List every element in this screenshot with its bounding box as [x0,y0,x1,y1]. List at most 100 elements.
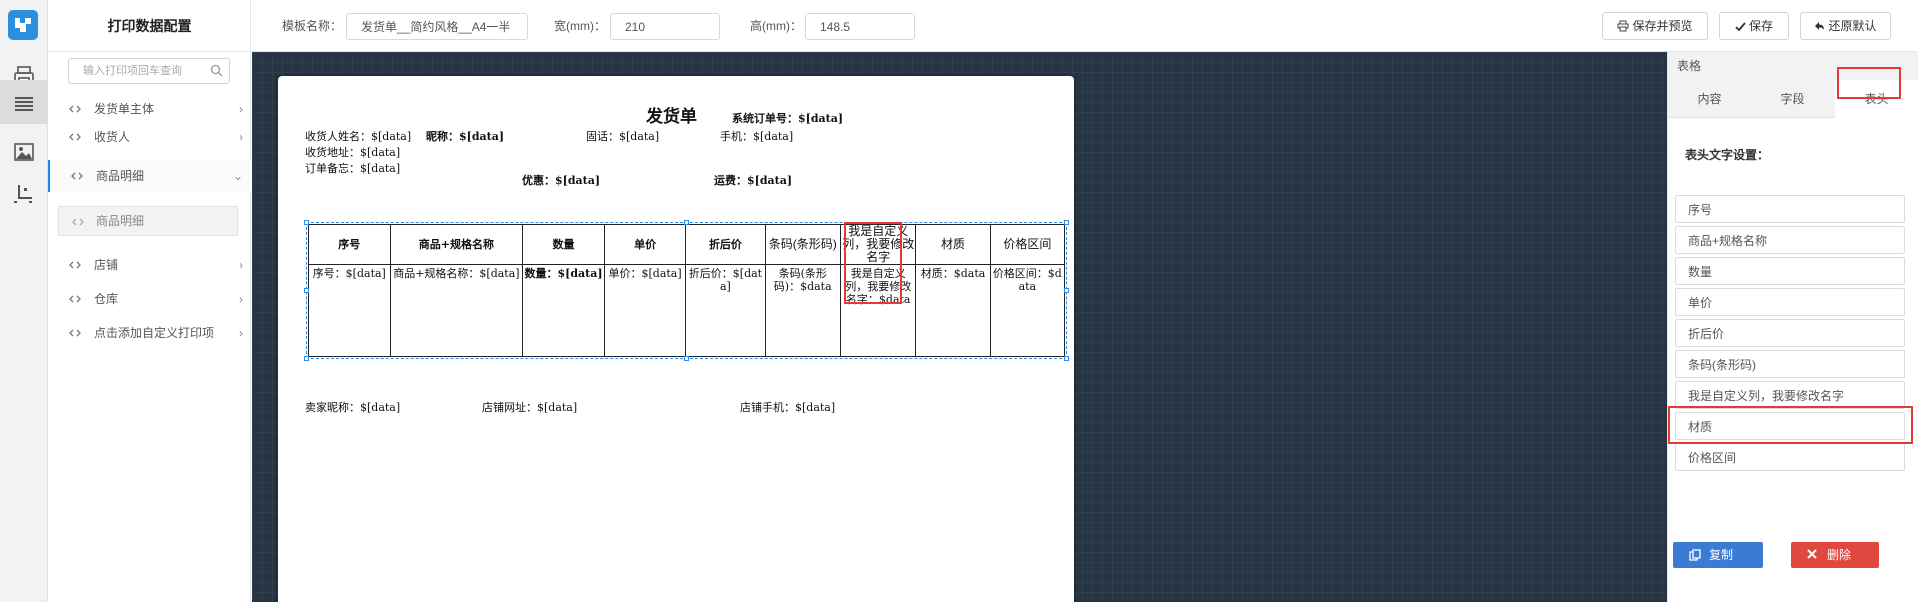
table-header-cell[interactable]: 条码(条形码) [764,224,841,265]
chevron-right-icon: › [239,130,243,144]
design-canvas[interactable]: 发货单 系统订单号：$[data] 收货人姓名：$[data] 昵称：$[dat… [252,52,1667,602]
tab-header[interactable]: 表头 [1835,80,1918,118]
receiver-name-field[interactable]: 收货人姓名：$[data] [305,128,411,144]
chevron-right-icon: › [239,292,243,306]
remark-field[interactable]: 订单备忘：$[data] [305,160,400,176]
delete-button[interactable]: 删除 [1791,542,1879,568]
header-field-9[interactable] [1675,443,1905,471]
sidebar-subitem-goods-detail[interactable]: 商品明细 [58,206,238,236]
goods-table[interactable]: 序号 商品+规格名称 数量 单价 折后价 条码(条形码) 我是自定义列，我要修改… [308,224,1066,357]
config-sidebar: 打印数据配置 发货单主体 › 收货人 › 商品明细 ⌄ 商品明细 店铺 › 仓库… [48,0,251,602]
table-header-cell[interactable]: 折后价 [685,224,766,265]
rail-list-button[interactable] [0,80,48,124]
printer-icon [1617,20,1629,32]
image-icon [14,143,34,161]
shipping-fee-field[interactable]: 运费：$[data] [714,172,792,188]
resize-handle[interactable] [1064,220,1069,225]
nickname-field[interactable]: 昵称：$[data] [426,128,504,144]
address-field[interactable]: 收货地址：$[data] [305,144,400,160]
table-cell[interactable]: 折后价：$[data] [685,264,766,357]
delete-label: 删除 [1827,548,1852,562]
resize-handle[interactable] [1064,356,1069,361]
table-header-cell-custom[interactable]: 我是自定义列，我要修改名字 [839,224,917,265]
mobile-field[interactable]: 手机：$[data] [720,128,793,144]
tab-fields[interactable]: 字段 [1751,80,1834,118]
table-header-row: 序号 商品+规格名称 数量 单价 折后价 条码(条形码) 我是自定义列，我要修改… [308,224,1066,265]
template-name-input[interactable] [346,13,528,40]
table-cell[interactable]: 单价：$[data] [603,264,687,357]
sidebar-item-add-custom[interactable]: 点击添加自定义打印项 › [48,317,251,349]
table-cell[interactable]: 商品+规格名称：$[data] [389,264,524,357]
save-preview-button[interactable]: 保存并预览 [1602,12,1708,40]
doc-title[interactable]: 发货单 [646,102,697,127]
table-cell[interactable]: 材质：$data [915,264,991,357]
header-field-1[interactable] [1675,195,1905,223]
table-cell[interactable]: 序号：$[data] [308,264,391,357]
rail-image-button[interactable] [0,128,48,176]
order-number-field[interactable]: 系统订单号：$[data] [732,110,843,126]
link-icon [69,329,81,337]
table-cell[interactable]: 条码(条形码)：$data [764,264,841,357]
landline-field[interactable]: 固话：$[data] [586,128,659,144]
resize-handle[interactable] [1064,288,1069,293]
sidebar-item-label: 收货人 [94,130,131,144]
resize-handle[interactable] [304,356,309,361]
copy-button[interactable]: 复制 [1673,542,1763,568]
table-header-cell[interactable]: 价格区间 [989,224,1066,265]
header-field-6[interactable] [1675,350,1905,378]
search-icon[interactable] [210,64,223,77]
sidebar-item-goods-detail[interactable]: 商品明细 ⌄ [48,160,251,192]
height-label: 高(mm)： [750,19,802,33]
crop-icon [14,185,32,203]
top-toolbar: 模板名称： 宽(mm)： 高(mm)： 保存并预览 保存 还原默认 [252,0,1918,52]
tab-content[interactable]: 内容 [1668,80,1751,118]
discount-field[interactable]: 优惠：$[data] [522,172,600,188]
link-icon [69,133,81,141]
save-label: 保存 [1748,19,1773,33]
print-paper[interactable]: 发货单 系统订单号：$[data] 收货人姓名：$[data] 昵称：$[dat… [278,76,1074,602]
table-cell[interactable]: 数量：$[data] [522,264,605,357]
header-field-2[interactable] [1675,226,1905,254]
shop-url-field[interactable]: 店铺网址：$[data] [482,399,577,415]
link-icon [69,295,81,303]
header-field-4[interactable] [1675,288,1905,316]
sidebar-subitem-label: 商品明细 [96,214,145,228]
logo-icon [8,10,38,40]
restore-default-button[interactable]: 还原默认 [1800,12,1891,40]
table-cell[interactable]: 价格区间：$data [989,264,1066,357]
table-cell-custom[interactable]: 我是自定义列，我要修改名字：$data [839,264,917,357]
table-header-cell[interactable]: 商品+规格名称 [389,224,524,265]
panel-tabs: 内容 字段 表头 [1668,80,1918,118]
chevron-right-icon: › [239,326,243,340]
width-input[interactable] [610,13,720,40]
chevron-down-icon: ⌄ [232,169,243,183]
resize-handle[interactable] [684,220,689,225]
table-header-cell[interactable]: 数量 [522,224,605,265]
header-field-3[interactable] [1675,257,1905,285]
properties-panel: 表格 内容 字段 表头 表头文字设置： 复制 删除 [1667,52,1918,602]
table-header-cell[interactable]: 单价 [603,224,687,265]
sidebar-item-receiver[interactable]: 收货人 › [48,121,251,153]
height-input[interactable] [805,13,915,40]
table-header-cell[interactable]: 材质 [915,224,991,265]
panel-title: 表格 [1668,52,1918,80]
sidebar-item-label: 仓库 [94,292,119,306]
shop-phone-field[interactable]: 店铺手机：$[data] [740,399,835,415]
sidebar-item-warehouse[interactable]: 仓库 › [48,283,251,315]
sidebar-item-shop[interactable]: 店铺 › [48,249,251,281]
resize-handle[interactable] [304,220,309,225]
search-input[interactable] [69,59,204,83]
chevron-right-icon: › [239,258,243,272]
resize-handle[interactable] [684,356,689,361]
table-header-cell[interactable]: 序号 [308,224,391,265]
rail-crop-button[interactable] [0,170,48,218]
undo-icon [1815,22,1825,30]
header-field-8[interactable] [1675,412,1905,440]
sidebar-item-label: 店铺 [94,258,119,272]
header-field-5[interactable] [1675,319,1905,347]
resize-handle[interactable] [304,288,309,293]
save-button[interactable]: 保存 [1719,12,1789,40]
seller-nickname-field[interactable]: 卖家昵称：$[data] [305,399,400,415]
sidebar-item-label: 点击添加自定义打印项 [94,326,215,340]
header-field-7[interactable] [1675,381,1905,409]
